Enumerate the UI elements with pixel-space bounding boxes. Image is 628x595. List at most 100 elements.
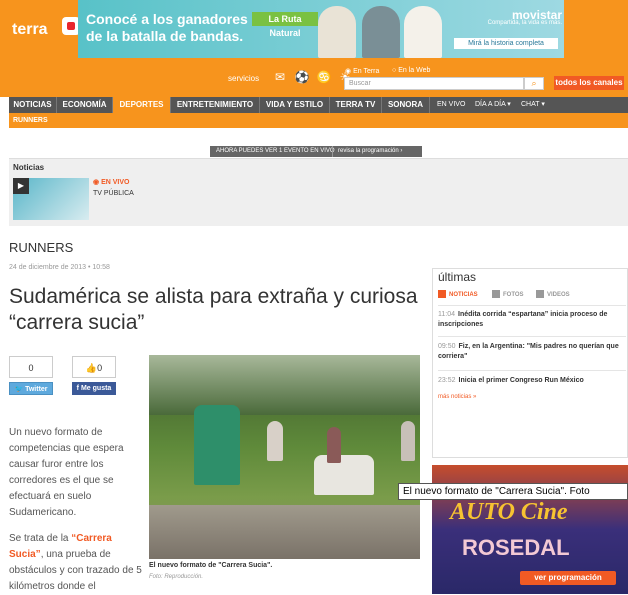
nav-dia-a-dia-label: DÍA A DÍA [475, 101, 506, 108]
news-divider [438, 305, 626, 306]
radio-en-terra[interactable]: ◉ En Terra [345, 67, 379, 75]
header-tools: servicios ✉ ⚽ ♋ ☀ ◉ En Terra ○ En la Web… [222, 66, 628, 94]
ultimas-tabs: NOTICIAS FOTOS VIDEOS [438, 289, 628, 303]
noticias-box-title: Noticias [13, 163, 45, 172]
article-headline: Sudamérica se alista para extraña y curi… [9, 285, 418, 334]
photo-mud [149, 505, 420, 559]
nav-deportes[interactable]: DEPORTES [113, 97, 171, 113]
nav-terra-tv[interactable]: TERRA TV [330, 97, 382, 113]
terra-logo[interactable]: terra [10, 17, 80, 43]
news-link[interactable]: Inédita corrida “espartana” inicia proce… [438, 311, 607, 328]
photo-trees [149, 355, 420, 415]
twitter-count: 0 [9, 356, 53, 378]
live-events-bar: AHORA PUEDES VER 1 EVENTO EN VIVO revisa… [210, 146, 422, 157]
news-link[interactable]: Inicia el primer Congreso Run México [459, 377, 584, 384]
live-events-text: AHORA PUEDES VER 1 EVENTO EN VIVO [216, 148, 335, 154]
tab-noticias[interactable]: NOTICIAS [438, 289, 478, 301]
facebook-count-value: 0 [97, 363, 103, 373]
tab-videos[interactable]: VIDEOS [536, 289, 570, 301]
banner-cta-button[interactable]: Mirá la historia completa [454, 38, 558, 49]
top-header: terra Conocé a los ganadores de la batal… [0, 0, 628, 97]
live-status-label: EN VIVO [101, 179, 130, 186]
tab-fotos-label: FOTOS [503, 292, 524, 298]
live-programacion-link[interactable]: revisa la programación › [338, 146, 402, 157]
article-paragraph-2: Se trata de la “Carrera Sucia”, una prue… [9, 531, 144, 595]
nav-chat-label: CHAT [521, 101, 540, 108]
live-channel[interactable]: TV PÚBLICA [93, 190, 134, 197]
article-paragraph-1: Un nuevo formato de competencias que esp… [9, 427, 124, 518]
play-icon[interactable]: ▶ [13, 178, 29, 194]
news-divider [438, 336, 626, 337]
ad-banner[interactable]: Conocé a los ganadores de la batalla de … [78, 0, 564, 58]
banner-brand-tag: La Ruta Natural [252, 12, 318, 38]
banner-person-3 [404, 6, 442, 58]
todos-los-canales-button[interactable]: todos los canales [554, 76, 624, 90]
photo-caption: El nuevo formato de "Carrera Sucia". [149, 562, 273, 569]
live-status: ◉ EN VIVO [93, 179, 130, 186]
tab-noticias-label: NOTICIAS [449, 292, 478, 298]
nav-sonora[interactable]: SONORA [382, 97, 430, 113]
ad-line1: AUTO Cine [450, 499, 568, 525]
search-icon[interactable]: ⌕ [524, 77, 544, 90]
p2-pre: Se trata de la [9, 533, 72, 544]
tab-videos-label: VIDEOS [547, 292, 570, 298]
logo-text: terra [12, 21, 48, 38]
logo-mark-inner-icon [67, 22, 75, 30]
news-item[interactable]: 23:52 Inicia el primer Congreso Run Méxic… [438, 376, 626, 386]
news-time: 11:04 [438, 311, 455, 318]
section-title: RUNNERS [9, 240, 74, 255]
radio-en-terra-label: En Terra [353, 68, 380, 75]
facebook-icon: f [76, 385, 80, 392]
mail-icon[interactable]: ✉ [272, 70, 288, 84]
news-item[interactable]: 09:50 Fiz, en la Argentina: "Mis padres n… [438, 342, 626, 362]
article-date: 24 de diciembre de 2013 • 10:58 [9, 264, 110, 271]
noticias-live-box: Noticias ▶ ◉ EN VIVO TV PÚBLICA [9, 158, 628, 226]
radio-en-la-web[interactable]: ○ En la Web [392, 67, 430, 74]
ad-programacion-button[interactable]: ver programación [520, 571, 616, 585]
twitter-icon: 🐦 [14, 386, 24, 393]
camera-icon [492, 290, 500, 299]
sub-nav: RUNNERS [9, 113, 628, 128]
news-link[interactable]: Fiz, en la Argentina: "Mis padres no que… [438, 343, 619, 360]
photo-runner-bg-1 [267, 421, 283, 461]
twitter-share[interactable]: 0 🐦 Twitter [9, 356, 53, 396]
photo-credit: Foto: Reproducción. [149, 574, 204, 580]
facebook-like-button[interactable]: f Me gusta [72, 382, 116, 395]
nav-noticias[interactable]: NOTICIAS [9, 97, 57, 113]
banner-person-1 [318, 6, 356, 58]
photo-runner-bg-2 [327, 427, 341, 463]
news-item[interactable]: 11:04 Inédita corrida “espartana” inicia … [438, 310, 626, 330]
soccer-icon[interactable]: ⚽ [294, 70, 310, 84]
subnav-runners[interactable]: RUNNERS [13, 113, 48, 128]
nav-economia[interactable]: ECONOMÍA [57, 97, 113, 113]
servicios-menu[interactable]: servicios [228, 74, 259, 83]
nav-vida-y-estilo[interactable]: VIDA Y ESTILO [260, 97, 330, 113]
facebook-label: Me gusta [80, 385, 112, 392]
search-input[interactable]: Buscar [344, 77, 524, 90]
banner-sponsor-tagline: Compartida, la vida es más. [487, 20, 562, 26]
live-thumbnail[interactable]: ▶ [13, 178, 89, 220]
twitter-button[interactable]: 🐦 Twitter [9, 382, 53, 395]
news-time: 23:52 [438, 377, 456, 384]
nav-entretenimiento[interactable]: ENTRETENIMIENTO [171, 97, 260, 113]
nav-dia-a-dia[interactable]: DÍA A DÍA ▾ [475, 97, 511, 113]
twitter-label: Twitter [25, 386, 48, 393]
horoscope-icon[interactable]: ♋ [316, 70, 332, 84]
nav-en-vivo[interactable]: EN VIVO [437, 97, 465, 113]
radio-en-la-web-label: En la Web [398, 67, 431, 74]
mas-noticias-link[interactable]: más noticias » [438, 394, 476, 400]
tab-fotos[interactable]: FOTOS [492, 289, 524, 301]
banner-headline: Conocé a los ganadores de la batalla de … [86, 11, 248, 44]
photo-runner-diving [314, 455, 374, 495]
news-divider [438, 370, 626, 371]
banner-person-2 [362, 6, 400, 58]
ultimas-title: últimas [438, 270, 477, 284]
photo-runner-jumping [194, 405, 240, 485]
thumbs-up-icon: 👍 [85, 363, 98, 373]
image-tooltip: El nuevo formato de "Carrera Sucia". Fot… [398, 483, 628, 500]
main-nav: NOTICIAS ECONOMÍA DEPORTES ENTRETENIMIEN… [9, 97, 628, 113]
facebook-share[interactable]: 👍0 f Me gusta [72, 356, 116, 396]
nav-chat[interactable]: CHAT ▾ [521, 97, 545, 113]
article-photo[interactable] [149, 355, 420, 559]
news-icon [438, 290, 446, 299]
